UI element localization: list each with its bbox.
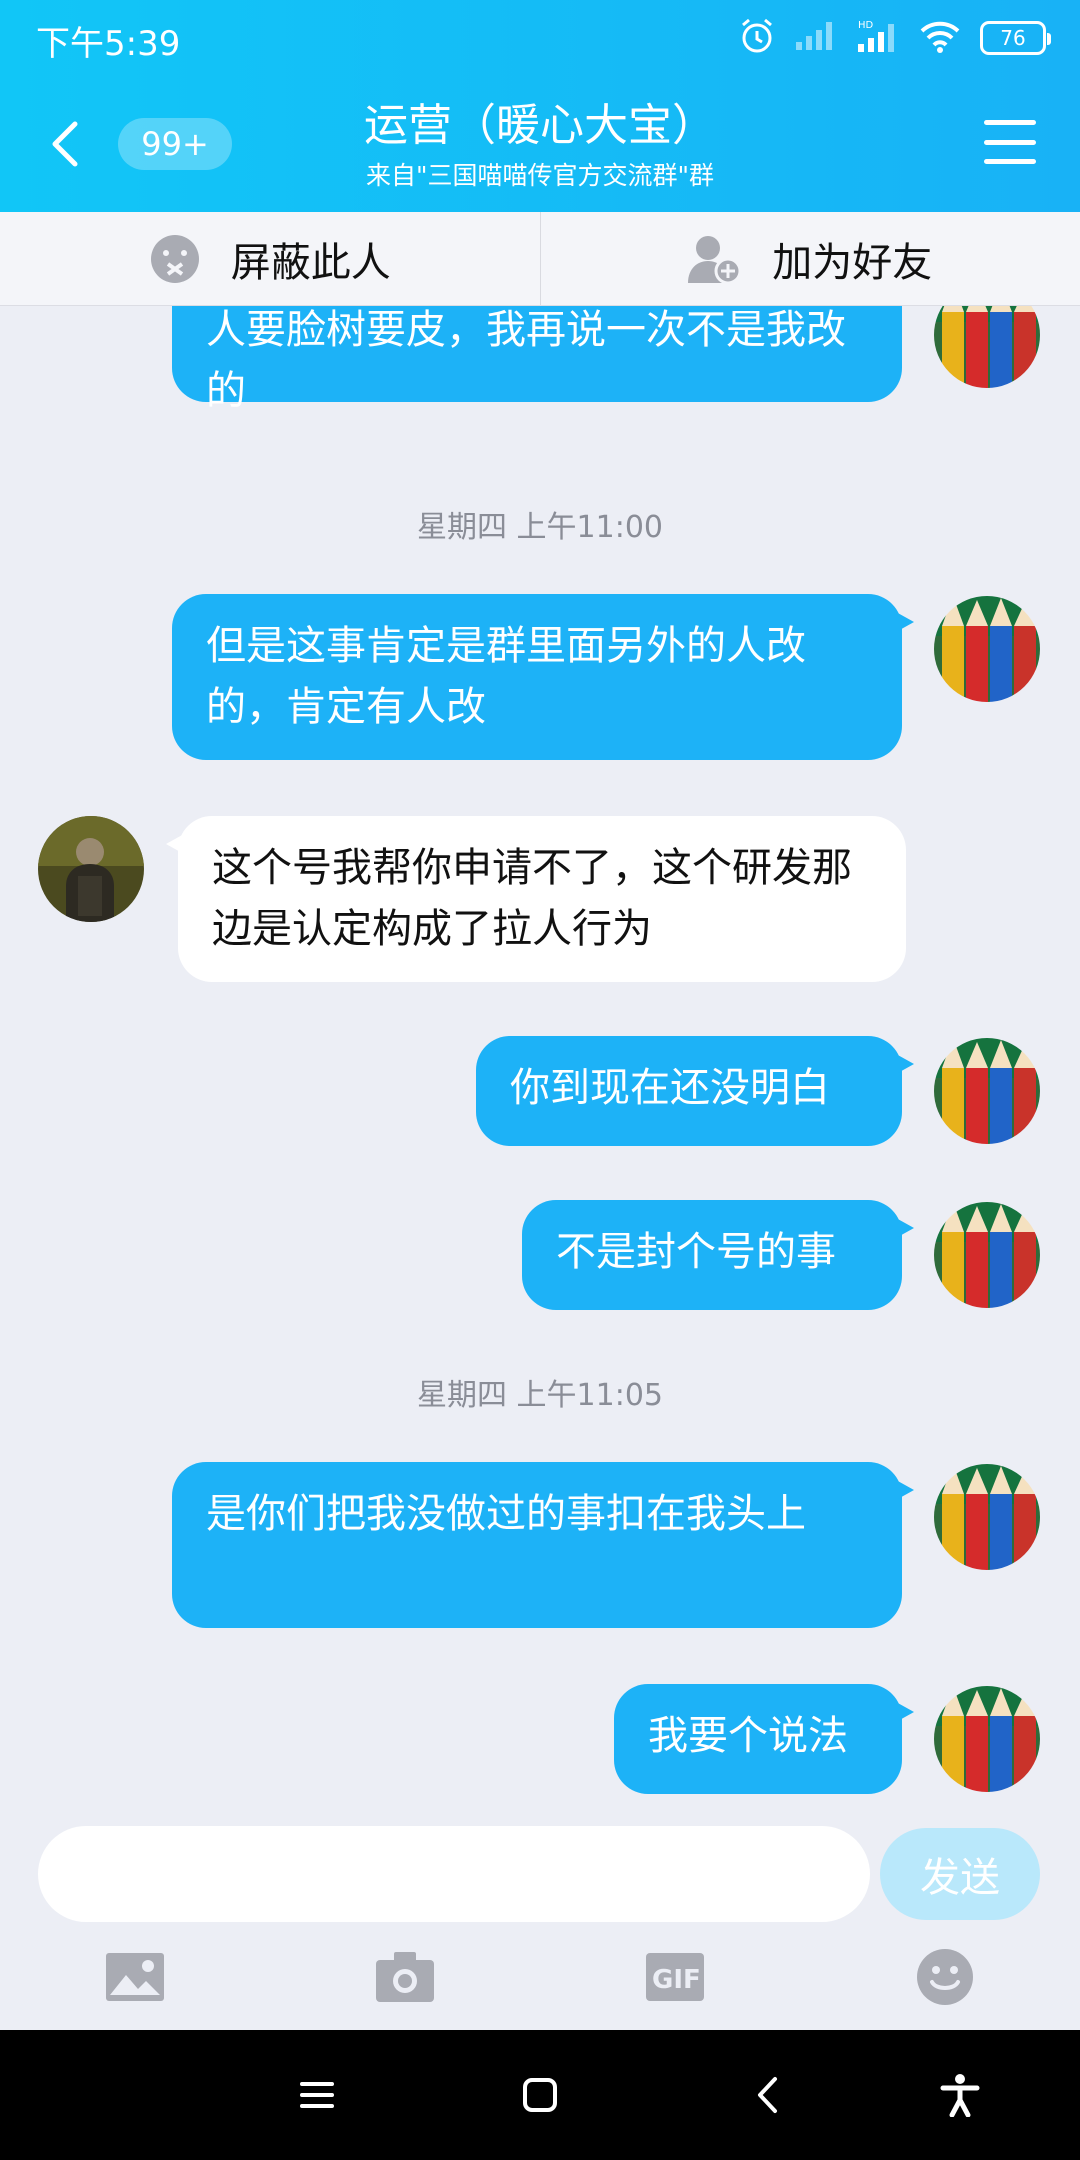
alarm-icon (738, 17, 776, 59)
unread-count-badge[interactable]: 99+ (118, 118, 232, 170)
timestamp-separator: 星期四 上午11:00 (417, 510, 663, 545)
menu-lines-icon (300, 2082, 334, 2108)
hd-signal-icon: HD (856, 18, 900, 58)
send-button[interactable]: 发送 (880, 1828, 1040, 1920)
home-square-icon (523, 2078, 557, 2112)
gif-icon: GIF (646, 1953, 704, 2001)
pencils-avatar-image (934, 1686, 1040, 1792)
block-user-button[interactable]: 屏蔽此人 (0, 212, 540, 305)
block-user-label: 屏蔽此人 (230, 239, 391, 286)
menu-button[interactable] (984, 120, 1036, 164)
my-avatar[interactable] (934, 1686, 1040, 1792)
page-title: 运营（暖心大宝） (364, 100, 716, 151)
my-avatar[interactable] (934, 306, 1040, 388)
action-bar: 屏蔽此人 加为好友 (0, 212, 1080, 306)
svg-text:HD: HD (858, 20, 874, 31)
page-subtitle: 来自"三国喵喵传官方交流群"群 (366, 161, 714, 190)
wifi-icon (918, 19, 962, 57)
image-icon (106, 1953, 164, 2001)
battery-icon: 76 (980, 21, 1051, 55)
message-input[interactable] (38, 1826, 870, 1922)
pencils-avatar-image (934, 1202, 1040, 1308)
image-button[interactable] (100, 1942, 170, 2012)
sender-avatar-image (38, 816, 144, 922)
signal-icon (794, 20, 838, 56)
emoji-icon (917, 1949, 973, 2005)
message-bubble-sent[interactable]: 你到现在还没明白 (476, 1036, 914, 1146)
status-time: 下午5:39 (36, 24, 181, 64)
add-friend-label: 加为好友 (772, 239, 933, 286)
pencils-avatar-image (934, 1038, 1040, 1144)
pencils-avatar-image (934, 1464, 1040, 1570)
input-toolbar: GIF (0, 1942, 1080, 2022)
my-avatar[interactable] (934, 1202, 1040, 1308)
chat-message-list[interactable]: 人要脸树要皮，我再说一次不是我改的 星期四 上午11:00 但是这事肯定是群里面… (0, 306, 1080, 1806)
add-friend-icon (688, 235, 742, 284)
system-back-button[interactable] (742, 2070, 792, 2120)
add-friend-button[interactable]: 加为好友 (541, 212, 1080, 305)
message-bubble-sent[interactable]: 人要脸树要皮，我再说一次不是我改的 (172, 306, 902, 414)
hamburger-icon (984, 120, 1036, 125)
chat-header: 下午5:39 HD 76 99+ 运营（暖心大宝） 来自"三国喵喵传官方交流群"… (0, 0, 1080, 212)
message-bubble-sent[interactable]: 不是封个号的事 (522, 1200, 914, 1310)
message-bubble-sent[interactable]: 我要个说法 (614, 1684, 914, 1794)
camera-icon (376, 1952, 434, 2002)
svg-text:GIF: GIF (652, 1965, 701, 1995)
status-bar: 下午5:39 HD 76 (0, 0, 1080, 76)
my-avatar[interactable] (934, 1038, 1040, 1144)
pencils-avatar-image (934, 596, 1040, 702)
accessibility-icon (940, 2074, 980, 2117)
home-button[interactable] (515, 2070, 565, 2120)
timestamp-separator: 星期四 上午11:05 (417, 1378, 663, 1413)
input-area: 发送 GIF (0, 1806, 1080, 2030)
emoji-button[interactable] (910, 1942, 980, 2012)
back-button[interactable] (40, 118, 88, 170)
pencils-avatar-image (934, 306, 1040, 388)
message-bubble-received[interactable]: 这个号我帮你申请不了，这个研发那边是认定构成了拉人行为 (166, 816, 906, 982)
back-triangle-icon (758, 2077, 777, 2113)
gif-button[interactable]: GIF (640, 1942, 710, 2012)
accessibility-button[interactable] (935, 2070, 985, 2120)
recents-button[interactable] (292, 2070, 342, 2120)
status-icons: HD 76 (738, 17, 1051, 59)
block-icon (150, 234, 199, 283)
message-bubble-sent[interactable]: 但是这事肯定是群里面另外的人改的，肯定有人改 (172, 594, 914, 760)
my-avatar[interactable] (934, 596, 1040, 702)
sender-avatar[interactable] (38, 816, 144, 922)
camera-button[interactable] (370, 1942, 440, 2012)
chevron-left-icon (52, 121, 78, 167)
my-avatar[interactable] (934, 1464, 1040, 1570)
message-bubble-sent[interactable]: 是你们把我没做过的事扣在我头上 (172, 1462, 914, 1628)
system-navigation-bar (0, 2030, 1080, 2160)
